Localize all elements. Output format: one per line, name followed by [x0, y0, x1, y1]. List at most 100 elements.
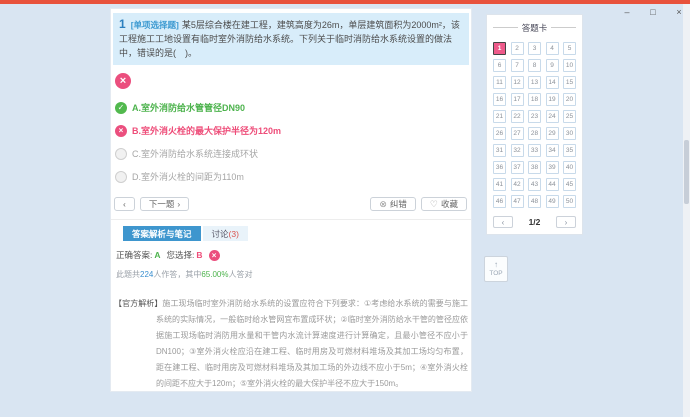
question-cell-3[interactable]: 3	[528, 42, 541, 55]
question-cell-24[interactable]: 24	[546, 110, 559, 123]
back-to-top-button[interactable]: ↑ TOP	[484, 256, 508, 282]
question-cell-28[interactable]: 28	[528, 127, 541, 140]
question-cell-47[interactable]: 47	[511, 195, 524, 208]
option-c[interactable]: C.室外消防给水系统连接成环状	[115, 147, 471, 160]
question-cell-8[interactable]: 8	[528, 59, 541, 72]
stats-count: 224	[140, 270, 153, 279]
chevron-right-icon: ›	[177, 199, 180, 209]
question-cell-42[interactable]: 42	[511, 178, 524, 191]
option-b[interactable]: × B.室外消火栓的最大保护半径为120m	[115, 124, 471, 137]
question-cell-48[interactable]: 48	[528, 195, 541, 208]
question-cell-21[interactable]: 21	[493, 110, 506, 123]
question-cell-49[interactable]: 49	[546, 195, 559, 208]
question-cell-45[interactable]: 45	[563, 178, 576, 191]
question-cell-39[interactable]: 39	[546, 161, 559, 174]
question-cell-35[interactable]: 35	[563, 144, 576, 157]
section-divider	[111, 219, 471, 220]
question-cell-20[interactable]: 20	[563, 93, 576, 106]
stats-prefix: 此题共	[116, 270, 140, 279]
question-cell-12[interactable]: 12	[511, 76, 524, 89]
question-cell-26[interactable]: 26	[493, 127, 506, 140]
answer-summary: 正确答案: A 您选择: B ×	[116, 249, 471, 261]
question-cell-44[interactable]: 44	[546, 178, 559, 191]
question-cell-10[interactable]: 10	[563, 59, 576, 72]
question-cell-33[interactable]: 33	[528, 144, 541, 157]
answer-card-title: 答题卡	[522, 22, 548, 34]
card-prev-page-button[interactable]: ‹	[493, 216, 513, 228]
question-cell-17[interactable]: 17	[511, 93, 524, 106]
analysis-body: 施工现场临时室外消防给水系统的设置应符合下列要求：①考虑给水系统的需要与施工系统…	[156, 299, 468, 388]
question-nav: ‹ 下一题 › ⊗ 纠错 ♡ 收藏	[114, 197, 467, 211]
question-cell-30[interactable]: 30	[563, 127, 576, 140]
official-analysis: 【官方解析】施工现场临时室外消防给水系统的设置应符合下列要求：①考虑给水系统的需…	[114, 296, 468, 392]
question-cell-11[interactable]: 11	[493, 76, 506, 89]
question-cell-37[interactable]: 37	[511, 161, 524, 174]
answer-card-panel: 答题卡 123456789101112131415161718192021222…	[486, 14, 583, 235]
restore-button[interactable]: □	[648, 7, 658, 17]
question-cell-16[interactable]: 16	[493, 93, 506, 106]
question-cell-6[interactable]: 6	[493, 59, 506, 72]
option-label: D.室外消火栓的间距为110m	[132, 170, 244, 183]
question-cell-46[interactable]: 46	[493, 195, 506, 208]
correct-answer-value: A	[154, 250, 160, 260]
favorite-button[interactable]: ♡ 收藏	[421, 197, 467, 211]
question-cell-36[interactable]: 36	[493, 161, 506, 174]
option-label: B.室外消火栓的最大保护半径为120m	[132, 124, 281, 137]
options-list: ✓A.室外消防给水管管径DN90 × B.室外消火栓的最大保护半径为120m C.室外…	[115, 101, 471, 183]
minimize-button[interactable]: –	[622, 7, 632, 17]
question-cell-32[interactable]: 32	[511, 144, 524, 157]
tab-analysis-notes[interactable]: 答案解析与笔记	[123, 226, 201, 241]
question-cell-23[interactable]: 23	[528, 110, 541, 123]
question-cell-31[interactable]: 31	[493, 144, 506, 157]
question-type-tag: [单项选择题]	[131, 20, 179, 30]
question-cell-50[interactable]: 50	[563, 195, 576, 208]
question-cell-25[interactable]: 25	[563, 110, 576, 123]
question-cell-7[interactable]: 7	[511, 59, 524, 72]
question-cell-34[interactable]: 34	[546, 144, 559, 157]
question-panel: 1[单项选择题]某5层综合楼在建工程，建筑高度为26m，单层建筑面积为2000m…	[110, 8, 472, 392]
app-window: – □ × 1[单项选择题]某5层综合楼在建工程，建筑高度为26m，单层建筑面积…	[0, 0, 690, 417]
question-cell-15[interactable]: 15	[563, 76, 576, 89]
answer-card-pager: ‹ 1/2 ›	[493, 216, 576, 228]
next-question-button[interactable]: 下一题 ›	[140, 197, 189, 211]
stats-suffix: 人答对	[229, 270, 253, 279]
tab-discussion[interactable]: 讨论 (3)	[203, 226, 248, 241]
radio-icon	[115, 148, 127, 160]
scrollbar-track[interactable]	[683, 4, 690, 417]
question-number: 1	[119, 17, 126, 31]
title-line-left	[493, 27, 518, 28]
question-cell-29[interactable]: 29	[546, 127, 559, 140]
question-cell-19[interactable]: 19	[546, 93, 559, 106]
question-cell-2[interactable]: 2	[511, 42, 524, 55]
back-to-top-label: TOP	[489, 270, 502, 277]
question-cell-13[interactable]: 13	[528, 76, 541, 89]
next-question-label: 下一题	[149, 198, 175, 210]
page-indicator: 1/2	[529, 217, 541, 227]
question-cell-14[interactable]: 14	[546, 76, 559, 89]
question-cell-40[interactable]: 40	[563, 161, 576, 174]
option-label: A.室外消防给水管管径DN90	[132, 101, 245, 114]
analysis-heading: 【官方解析】	[114, 299, 162, 308]
scrollbar-thumb[interactable]	[684, 140, 689, 204]
question-cell-41[interactable]: 41	[493, 178, 506, 191]
radio-icon	[115, 171, 127, 183]
question-cell-4[interactable]: 4	[546, 42, 559, 55]
your-choice-label: 您选择:	[167, 249, 195, 261]
question-cell-9[interactable]: 9	[546, 59, 559, 72]
report-error-button[interactable]: ⊗ 纠错	[370, 197, 416, 211]
question-cell-27[interactable]: 27	[511, 127, 524, 140]
question-cell-22[interactable]: 22	[511, 110, 524, 123]
question-cell-43[interactable]: 43	[528, 178, 541, 191]
cross-icon: ×	[115, 125, 127, 137]
card-next-page-button[interactable]: ›	[556, 216, 576, 228]
option-a[interactable]: ✓A.室外消防给水管管径DN90	[115, 101, 471, 114]
question-cell-18[interactable]: 18	[528, 93, 541, 106]
question-box: 1[单项选择题]某5层综合楼在建工程，建筑高度为26m，单层建筑面积为2000m…	[113, 13, 469, 65]
question-cell-1[interactable]: 1	[493, 42, 506, 55]
window-controls: – □ ×	[622, 7, 684, 17]
question-cell-38[interactable]: 38	[528, 161, 541, 174]
prev-question-button[interactable]: ‹	[114, 197, 135, 211]
your-choice-value: B	[196, 250, 202, 260]
question-cell-5[interactable]: 5	[563, 42, 576, 55]
option-d[interactable]: D.室外消火栓的间距为110m	[115, 170, 471, 183]
